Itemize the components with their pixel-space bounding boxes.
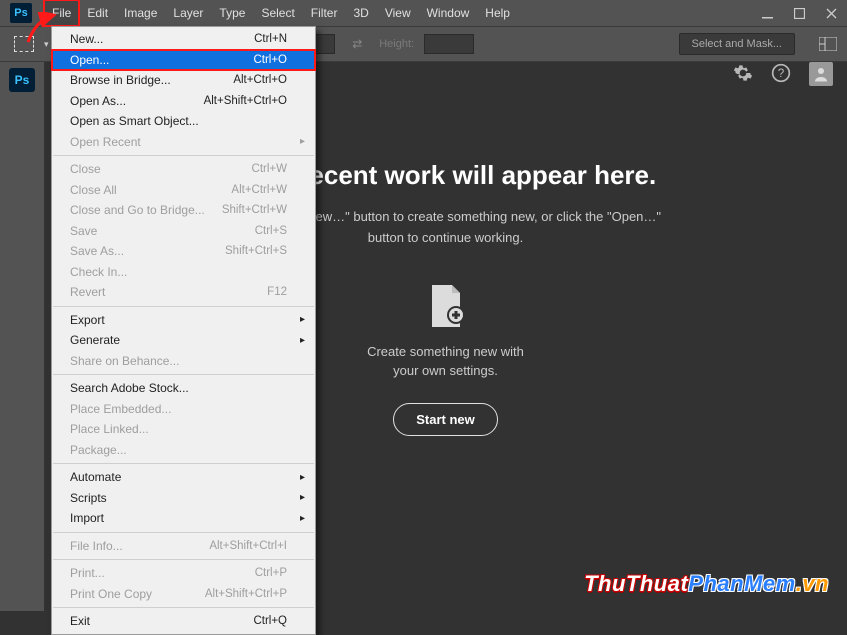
menu-select[interactable]: Select bbox=[253, 0, 302, 26]
file-menu-generate[interactable]: Generate▸ bbox=[52, 330, 315, 351]
menu-view[interactable]: View bbox=[377, 0, 419, 26]
menu-separator bbox=[53, 374, 314, 375]
menu-separator bbox=[53, 463, 314, 464]
maximize-button[interactable] bbox=[783, 0, 815, 26]
svg-text:?: ? bbox=[778, 67, 785, 80]
file-menu-close-and-go-to-bridge: Close and Go to Bridge...Shift+Ctrl+W bbox=[52, 200, 315, 221]
file-menu-dropdown: New...Ctrl+NOpen...Ctrl+OBrowse in Bridg… bbox=[51, 26, 316, 635]
tool-preset-chevron-icon[interactable]: ▾ bbox=[44, 39, 49, 50]
file-menu-open[interactable]: Open...Ctrl+O bbox=[52, 50, 315, 71]
file-menu-import[interactable]: Import▸ bbox=[52, 508, 315, 529]
file-menu-open-as[interactable]: Open As...Alt+Shift+Ctrl+O bbox=[52, 91, 315, 112]
menu-window[interactable]: Window bbox=[419, 0, 478, 26]
close-button[interactable] bbox=[815, 0, 847, 26]
help-icon[interactable]: ? bbox=[771, 63, 791, 86]
menu-image[interactable]: Image bbox=[116, 0, 165, 26]
file-menu-file-info: File Info...Alt+Shift+Ctrl+I bbox=[52, 536, 315, 557]
marquee-tool-icon[interactable] bbox=[14, 36, 34, 52]
menu-filter[interactable]: Filter bbox=[303, 0, 346, 26]
account-avatar[interactable] bbox=[809, 62, 833, 86]
file-menu-export[interactable]: Export▸ bbox=[52, 310, 315, 331]
file-menu-save: SaveCtrl+S bbox=[52, 221, 315, 242]
file-menu-print: Print...Ctrl+P bbox=[52, 563, 315, 584]
menu-3d[interactable]: 3D bbox=[345, 0, 376, 26]
menu-type[interactable]: Type bbox=[211, 0, 253, 26]
app-logo: Ps bbox=[10, 3, 32, 23]
height-label: Height: bbox=[379, 38, 414, 50]
menu-separator bbox=[53, 532, 314, 533]
file-menu-place-linked: Place Linked... bbox=[52, 419, 315, 440]
file-menu-save-as: Save As...Shift+Ctrl+S bbox=[52, 241, 315, 262]
menu-separator bbox=[53, 155, 314, 156]
settings-icon[interactable] bbox=[733, 63, 753, 86]
file-menu-open-as-smart-object[interactable]: Open as Smart Object... bbox=[52, 111, 315, 132]
file-menu-exit[interactable]: ExitCtrl+Q bbox=[52, 611, 315, 632]
menu-edit[interactable]: Edit bbox=[79, 0, 116, 26]
file-menu-check-in: Check In... bbox=[52, 262, 315, 283]
menu-layer[interactable]: Layer bbox=[165, 0, 211, 26]
file-menu-new[interactable]: New...Ctrl+N bbox=[52, 29, 315, 50]
height-field bbox=[424, 34, 474, 54]
menu-separator bbox=[53, 607, 314, 608]
new-file-icon bbox=[426, 285, 466, 330]
file-menu-automate[interactable]: Automate▸ bbox=[52, 467, 315, 488]
file-menu-print-one-copy: Print One CopyAlt+Shift+Ctrl+P bbox=[52, 584, 315, 605]
menubar: Ps FileEditImageLayerTypeSelectFilter3DV… bbox=[0, 0, 847, 26]
window-controls bbox=[751, 0, 847, 26]
menu-file[interactable]: File bbox=[44, 0, 79, 26]
tool-strip: Ps bbox=[0, 62, 44, 611]
file-menu-share-on-behance: Share on Behance... bbox=[52, 351, 315, 372]
menu-help[interactable]: Help bbox=[477, 0, 518, 26]
file-menu-place-embedded: Place Embedded... bbox=[52, 399, 315, 420]
minimize-button[interactable] bbox=[751, 0, 783, 26]
start-new-button[interactable]: Start new bbox=[393, 403, 498, 436]
swap-dimensions-icon[interactable]: ⇄ bbox=[345, 32, 369, 56]
file-menu-open-recent: Open Recent▸ bbox=[52, 132, 315, 153]
file-menu-browse-in-bridge[interactable]: Browse in Bridge...Alt+Ctrl+O bbox=[52, 70, 315, 91]
file-menu-close-all: Close AllAlt+Ctrl+W bbox=[52, 180, 315, 201]
create-subtext: Create something new with your own setti… bbox=[367, 342, 524, 381]
menu-separator bbox=[53, 306, 314, 307]
workspace-switcher-icon[interactable] bbox=[817, 33, 839, 55]
file-menu-close: CloseCtrl+W bbox=[52, 159, 315, 180]
file-menu-package: Package... bbox=[52, 440, 315, 461]
file-menu-scripts[interactable]: Scripts▸ bbox=[52, 488, 315, 509]
menu-separator bbox=[53, 559, 314, 560]
ps-home-icon[interactable]: Ps bbox=[9, 68, 35, 92]
file-menu-search-adobe-stock[interactable]: Search Adobe Stock... bbox=[52, 378, 315, 399]
select-and-mask-button[interactable]: Select and Mask... bbox=[679, 33, 796, 55]
file-menu-revert: RevertF12 bbox=[52, 282, 315, 303]
